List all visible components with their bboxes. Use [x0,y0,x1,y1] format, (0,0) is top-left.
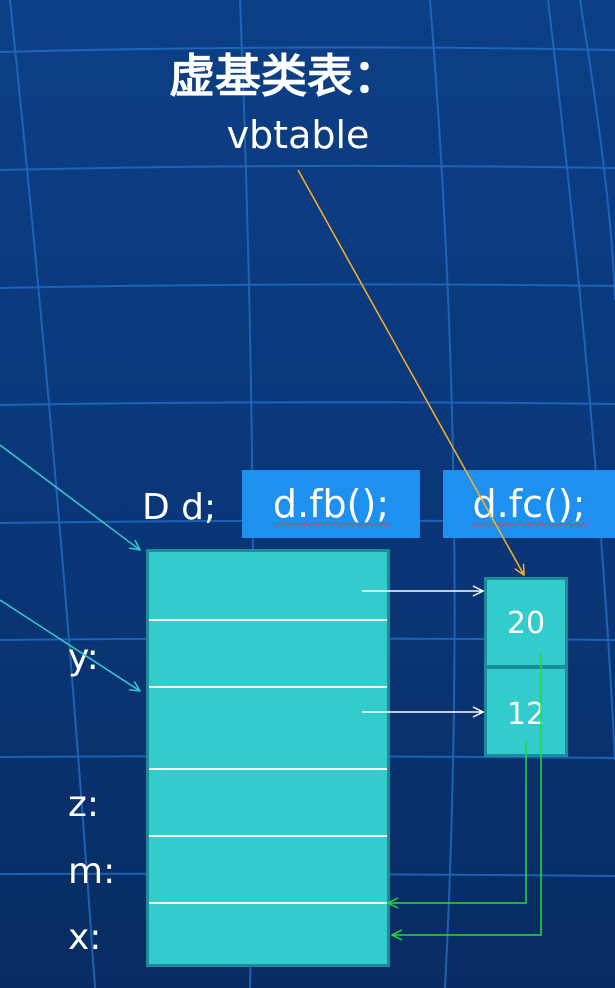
arrows-layer [0,169,542,988]
incoming-arrow-2 [0,599,140,691]
label-arrow-vbtable [297,169,524,575]
incoming-arrow-1 [0,444,140,550]
offset-arrow-12 [388,740,527,903]
offset-arrow-20 [392,652,542,935]
